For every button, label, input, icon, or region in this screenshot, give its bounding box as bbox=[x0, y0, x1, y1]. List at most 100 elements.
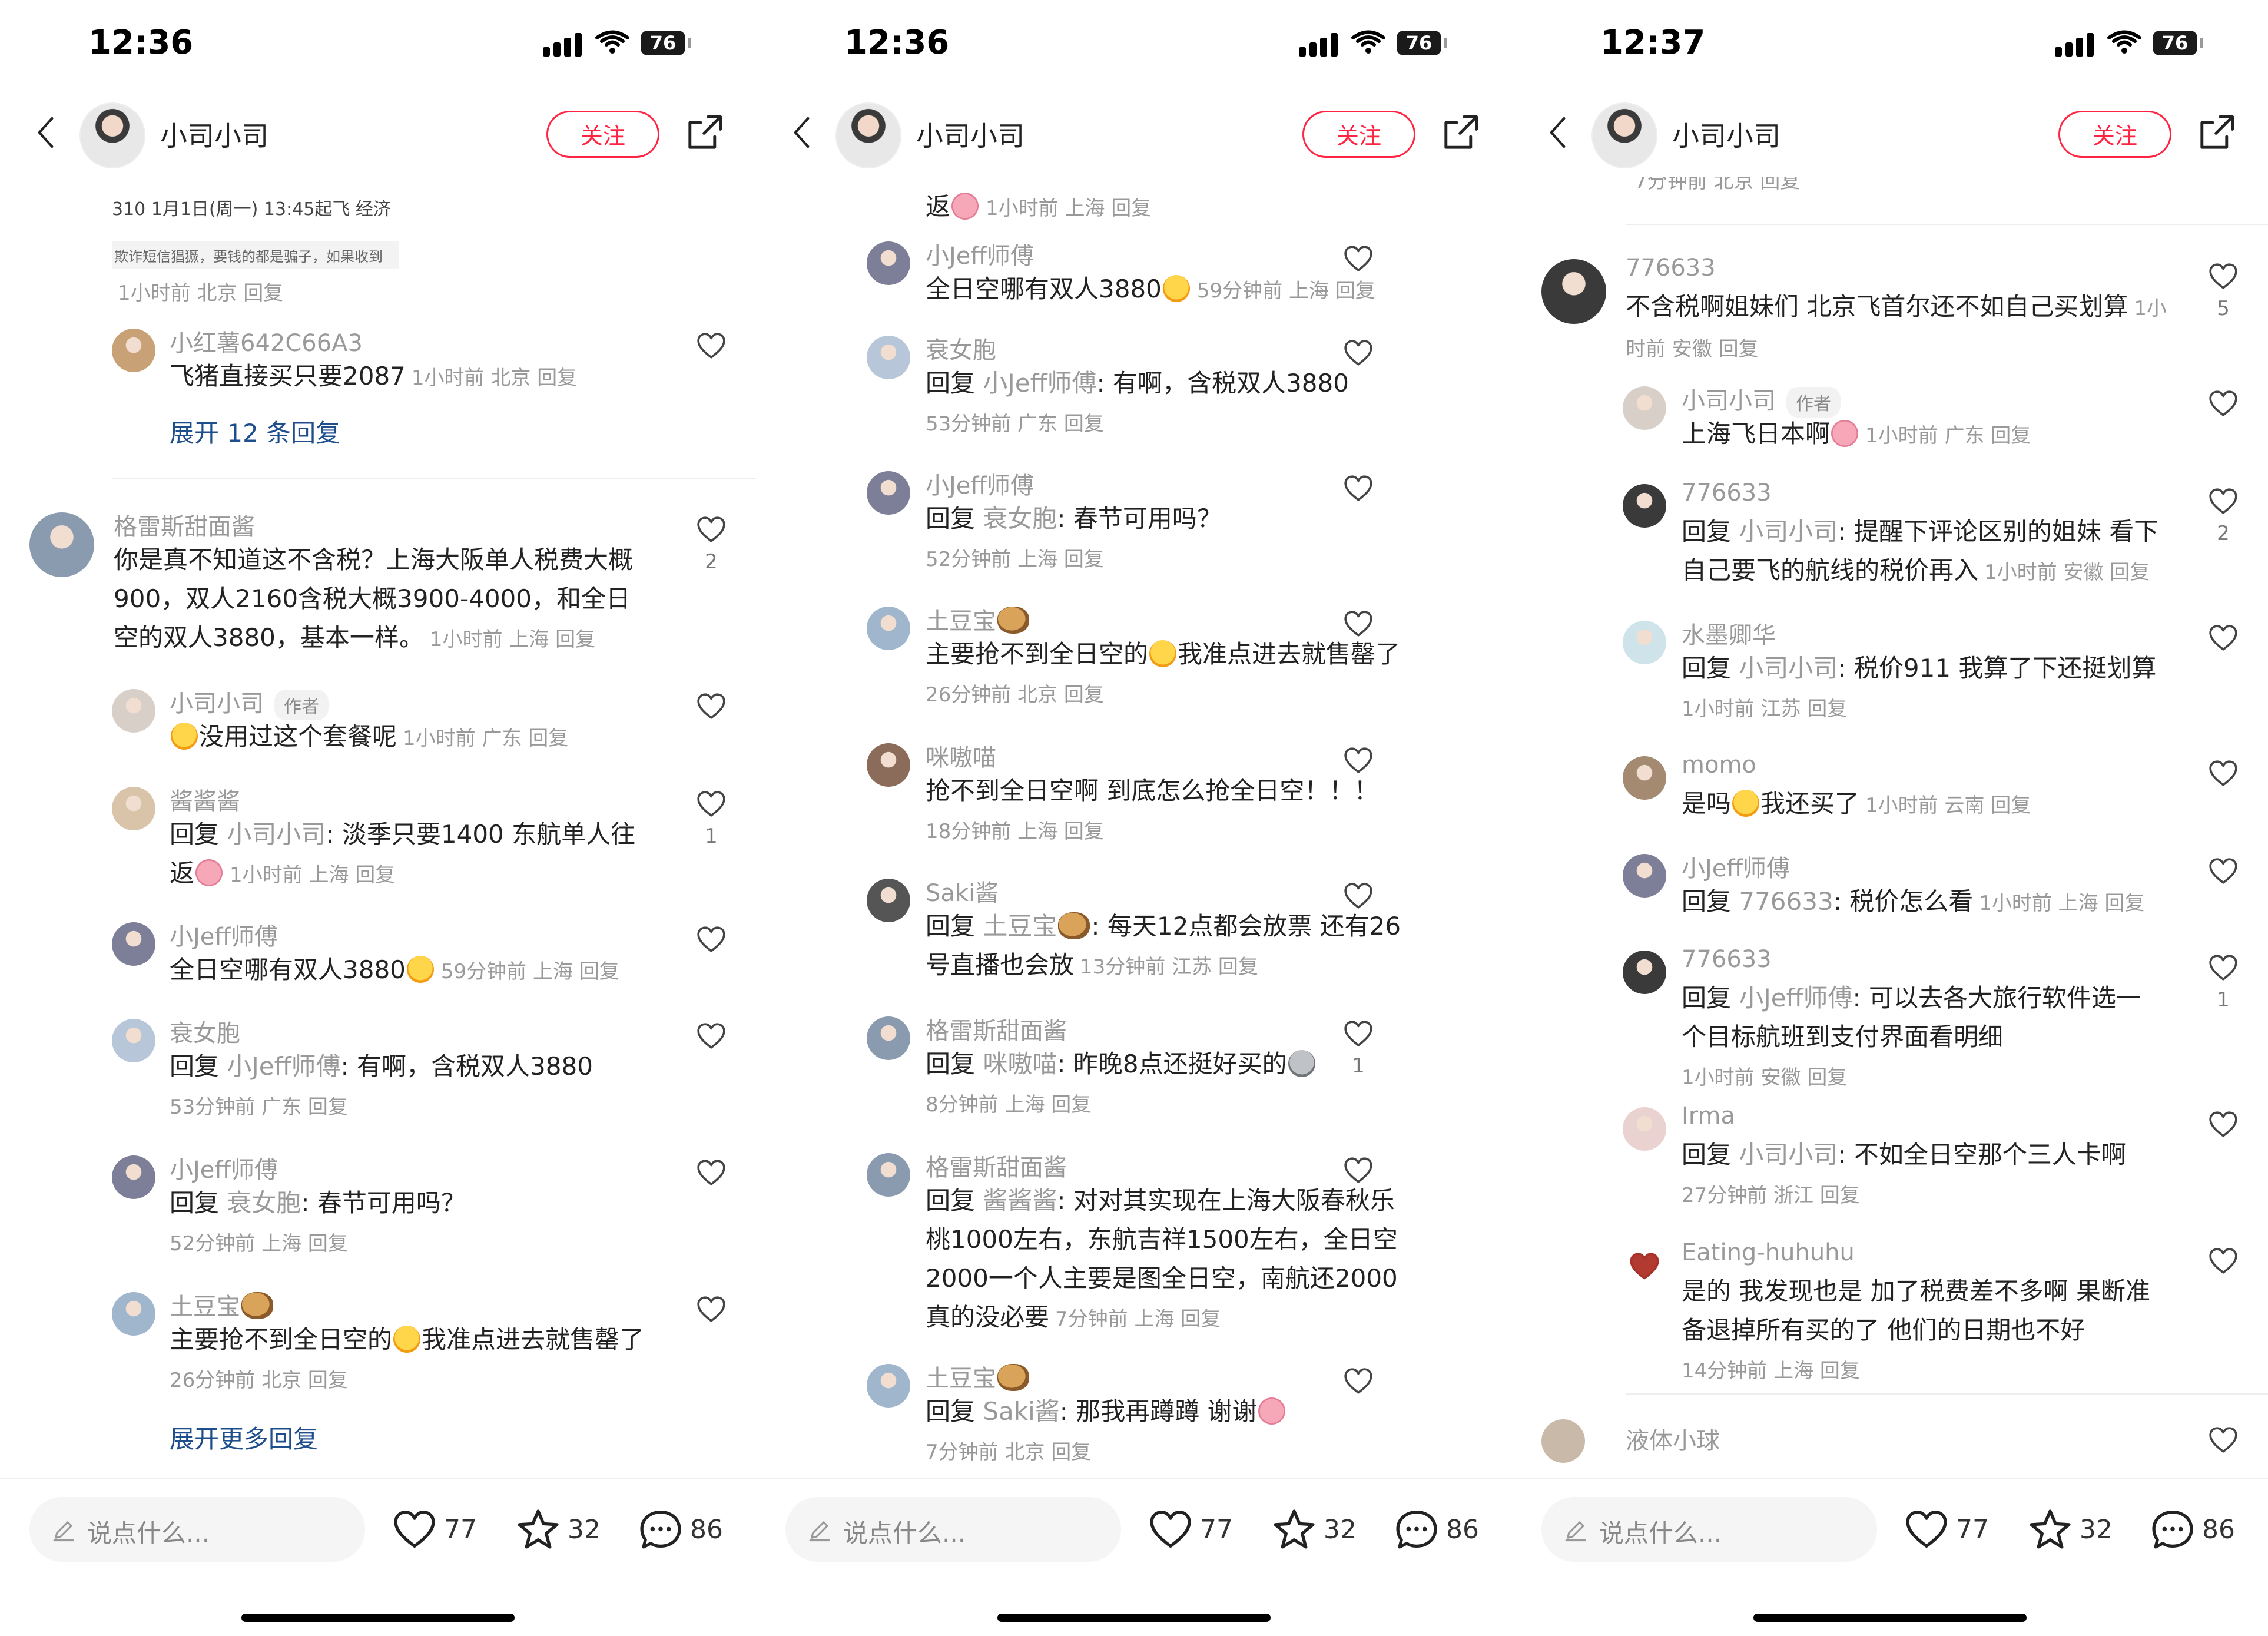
mentioned-user[interactable]: 776633 bbox=[1739, 887, 1833, 916]
comment-meta[interactable]: 1小时前 北京 回复 bbox=[412, 366, 577, 390]
comment-input[interactable]: 说点什么... bbox=[1541, 1497, 1877, 1562]
like-heart-icon[interactable] bbox=[695, 1294, 728, 1325]
like-heart-icon[interactable] bbox=[1342, 881, 1375, 912]
author-name[interactable]: 小司小司 bbox=[1672, 115, 1780, 154]
commenter-avatar[interactable] bbox=[867, 336, 910, 379]
commenter-name[interactable]: 776633 bbox=[1682, 946, 1772, 973]
like-heart-icon[interactable] bbox=[2207, 1110, 2240, 1140]
mentioned-user[interactable]: 小Jeff师傅 bbox=[983, 369, 1096, 398]
commenter-name[interactable]: Saki酱 bbox=[926, 874, 999, 908]
commenter-name[interactable]: 格雷斯甜面酱 bbox=[114, 508, 255, 542]
comment-meta[interactable]: 53分钟前 广东 回复 bbox=[170, 1095, 348, 1119]
comment-meta[interactable]: 13分钟前 江苏 回复 bbox=[1080, 955, 1258, 979]
commenter-name[interactable]: 土豆宝 bbox=[926, 602, 1030, 636]
commenter-avatar[interactable] bbox=[1623, 621, 1666, 664]
commenter-avatar[interactable] bbox=[112, 1019, 155, 1062]
comment-meta[interactable]: 18分钟前 上海 回复 bbox=[926, 820, 1104, 843]
comment-meta[interactable]: 1小时前 广东 回复 bbox=[1865, 424, 2031, 448]
commenter-name[interactable]: 小Jeff师傅 bbox=[926, 237, 1034, 271]
commenter-avatar[interactable] bbox=[112, 1155, 155, 1199]
like-heart-icon[interactable] bbox=[1342, 1019, 1375, 1049]
share-icon[interactable] bbox=[2196, 112, 2237, 153]
like-heart-icon[interactable] bbox=[2207, 486, 2240, 517]
commenter-avatar[interactable] bbox=[1623, 1244, 1666, 1287]
comment-meta[interactable]: 1小时前 安徽 回复 bbox=[1984, 561, 2150, 584]
comment-meta[interactable]: 26分钟前 北京 回复 bbox=[170, 1369, 348, 1392]
like-heart-icon[interactable] bbox=[1342, 746, 1375, 776]
comment-meta[interactable]: 59分钟前 上海 回复 bbox=[1197, 279, 1375, 303]
comment-meta[interactable]: 8分钟前 上海 回复 bbox=[926, 1093, 1091, 1117]
like-heart-icon[interactable] bbox=[695, 789, 728, 820]
commenter-name[interactable]: 776633 bbox=[1626, 254, 1716, 282]
like-heart-icon[interactable] bbox=[695, 1158, 728, 1188]
mentioned-user[interactable]: 小司小司 bbox=[1739, 517, 1838, 546]
commenter-avatar[interactable] bbox=[867, 1153, 910, 1197]
author-avatar[interactable] bbox=[79, 102, 145, 168]
follow-button[interactable]: 关注 bbox=[1302, 111, 1415, 158]
comment-meta[interactable]: 53分钟前 广东 回复 bbox=[926, 412, 1104, 436]
comment-input[interactable]: 说点什么... bbox=[785, 1497, 1121, 1562]
commenter-avatar[interactable] bbox=[112, 689, 155, 733]
comment-meta[interactable]: 52分钟前 上海 回复 bbox=[926, 548, 1104, 571]
commenter-avatar[interactable] bbox=[1623, 386, 1666, 430]
commenter-avatar[interactable] bbox=[867, 1016, 910, 1060]
comment-meta[interactable]: 1小时前 江苏 回复 bbox=[1682, 697, 1847, 721]
commenter-avatar[interactable] bbox=[867, 607, 910, 650]
comment-meta[interactable]: 1小时前 上海 回复 bbox=[230, 863, 395, 887]
commenter-name[interactable]: momo bbox=[1682, 751, 1756, 779]
commenter-avatar[interactable] bbox=[112, 922, 155, 966]
commenter-name[interactable]: 液体小球 bbox=[1626, 1422, 1720, 1456]
comment-meta[interactable]: 1小时前 北京 回复 bbox=[118, 277, 283, 306]
mentioned-user[interactable]: 小司小司 bbox=[1739, 1140, 1838, 1169]
comment-meta[interactable]: 7分钟前 北京 回复 bbox=[926, 1440, 1091, 1464]
like-heart-icon[interactable] bbox=[1342, 244, 1375, 274]
like-heart-icon[interactable] bbox=[2207, 856, 2240, 887]
commenter-avatar[interactable] bbox=[867, 743, 910, 787]
commenter-avatar[interactable] bbox=[112, 329, 155, 372]
comment-meta[interactable]: 7分钟前 上海 回复 bbox=[1055, 1307, 1221, 1331]
commenter-name[interactable]: 衰女胞 bbox=[926, 331, 996, 365]
commenter-avatar[interactable] bbox=[1623, 756, 1666, 800]
commenter-name[interactable]: 小Jeff师傅 bbox=[926, 466, 1034, 501]
commenter-name[interactable]: 小Jeff师傅 bbox=[1682, 849, 1790, 883]
mentioned-user[interactable]: 小Jeff师傅 bbox=[1739, 983, 1852, 1012]
comment-meta[interactable]: 26分钟前 北京 回复 bbox=[926, 683, 1104, 707]
mentioned-user[interactable]: 衰女胞 bbox=[983, 504, 1057, 533]
back-arrow-icon[interactable] bbox=[29, 112, 65, 153]
mentioned-user[interactable]: 小司小司 bbox=[227, 820, 326, 849]
comment-input[interactable]: 说点什么... bbox=[29, 1497, 365, 1562]
commenter-avatar[interactable] bbox=[1541, 1419, 1585, 1463]
commenter-avatar[interactable] bbox=[867, 241, 910, 285]
commenter-name[interactable]: 小Jeff师傅 bbox=[170, 918, 278, 952]
like-heart-icon[interactable] bbox=[695, 691, 728, 722]
commenter-avatar[interactable] bbox=[867, 1364, 910, 1408]
commenter-name[interactable]: 水墨卿华 bbox=[1682, 616, 1776, 650]
author-avatar[interactable] bbox=[1591, 102, 1657, 168]
comment-meta[interactable]: 27分钟前 浙江 回复 bbox=[1682, 1184, 1860, 1207]
comment-meta[interactable]: 1小时前 上海 回复 bbox=[430, 628, 595, 651]
mentioned-user[interactable]: Saki酱 bbox=[983, 1397, 1059, 1426]
comment-meta[interactable]: 1小时前 安徽 回复 bbox=[1682, 1066, 1847, 1089]
like-heart-icon[interactable] bbox=[1342, 338, 1375, 369]
mentioned-user[interactable]: 衰女胞 bbox=[227, 1188, 301, 1217]
like-heart-icon[interactable] bbox=[695, 331, 728, 362]
commenter-name[interactable]: 酱酱酱 bbox=[170, 782, 240, 816]
comment-meta[interactable]: 1小时前 广东 回复 bbox=[403, 727, 568, 750]
commenter-avatar[interactable] bbox=[112, 1292, 155, 1336]
back-arrow-icon[interactable] bbox=[785, 112, 821, 153]
share-icon[interactable] bbox=[1440, 112, 1481, 153]
commenter-name[interactable]: 格雷斯甜面酱 bbox=[926, 1012, 1067, 1046]
commenter-name[interactable]: 小司小司 作者 bbox=[1682, 382, 1841, 418]
like-heart-icon[interactable] bbox=[1342, 1366, 1375, 1397]
commenter-avatar[interactable] bbox=[1623, 484, 1666, 528]
like-heart-icon[interactable] bbox=[2207, 623, 2240, 654]
commenter-name[interactable]: 咪嗷喵 bbox=[926, 738, 996, 773]
mentioned-user[interactable]: 小司小司 bbox=[1739, 654, 1838, 683]
author-avatar[interactable] bbox=[835, 102, 901, 168]
like-heart-icon[interactable] bbox=[695, 1021, 728, 1052]
expand-replies-link[interactable]: 展开 12 条回复 bbox=[170, 413, 340, 449]
like-heart-icon[interactable] bbox=[2207, 1246, 2240, 1277]
author-name[interactable]: 小司小司 bbox=[160, 115, 268, 154]
comment-meta[interactable]: 7分钟前 北京 回复 bbox=[1634, 177, 1800, 194]
like-heart-icon[interactable] bbox=[2207, 1425, 2240, 1456]
